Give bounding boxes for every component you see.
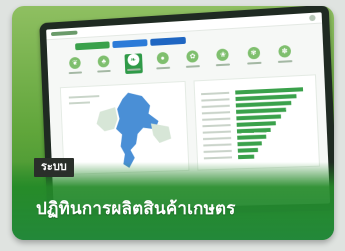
category-item[interactable]: ✿ bbox=[183, 50, 202, 71]
vegetable-icon: ❀ bbox=[216, 48, 230, 62]
chart-bar bbox=[235, 100, 292, 108]
chart-bar bbox=[235, 87, 304, 95]
bar-label-placeholder bbox=[203, 149, 232, 153]
ranking-bar-chart bbox=[201, 87, 304, 160]
feature-card[interactable]: ❦ ♣ ❧ ● ✿ ❀ ✾ ✽ ระบบ ปฏิทินการผลิตสินค้า… bbox=[12, 6, 334, 240]
flower-icon: ✾ bbox=[247, 46, 260, 60]
tab-1[interactable] bbox=[75, 41, 110, 51]
fruit-icon: ● bbox=[156, 51, 169, 65]
bar-label-placeholder bbox=[201, 104, 230, 108]
bar-label-placeholder bbox=[201, 111, 231, 115]
crop-icon: ✽ bbox=[278, 44, 292, 58]
category-label-placeholder bbox=[277, 60, 293, 63]
category-item[interactable]: ♣ bbox=[95, 55, 113, 76]
grain-icon: ✿ bbox=[186, 50, 199, 63]
bar-label-placeholder bbox=[202, 117, 231, 121]
category-label-placeholder bbox=[246, 61, 262, 65]
chart-panel bbox=[193, 74, 321, 171]
chart-bar bbox=[237, 147, 259, 153]
bar-label-placeholder bbox=[203, 156, 233, 160]
chart-bar bbox=[237, 141, 262, 147]
tree-icon: ♣ bbox=[97, 55, 110, 68]
map-region[interactable] bbox=[95, 107, 119, 132]
logo bbox=[50, 30, 78, 37]
category-item[interactable]: ✾ bbox=[244, 46, 263, 67]
category-label-placeholder bbox=[216, 63, 231, 67]
category-label-placeholder bbox=[68, 71, 83, 75]
card-title: ปฏิทินการผลิตสินค้าเกษตร bbox=[36, 199, 236, 218]
plant-icon: ❦ bbox=[69, 56, 81, 70]
dashboard-tabs bbox=[75, 36, 186, 51]
category-tag: ระบบ bbox=[34, 158, 74, 177]
thailand-map[interactable] bbox=[61, 82, 189, 174]
legend-line bbox=[69, 96, 99, 97]
bar-label-placeholder bbox=[201, 98, 230, 102]
chart-bar bbox=[237, 134, 267, 140]
chart-bar bbox=[235, 94, 297, 102]
leaf-icon: ❧ bbox=[126, 53, 140, 67]
chart-bar bbox=[236, 121, 276, 127]
avatar bbox=[309, 14, 316, 22]
chart-bar bbox=[236, 107, 287, 114]
category-item[interactable]: ❦ bbox=[66, 56, 84, 77]
category-item[interactable]: ✽ bbox=[275, 44, 294, 66]
bar-label-placeholder bbox=[203, 143, 232, 147]
category-label-placeholder bbox=[156, 66, 170, 70]
category-item-active[interactable]: ❧ bbox=[124, 53, 143, 75]
category-icon-row: ❦ ♣ ❧ ● ✿ ❀ ✾ ✽ bbox=[66, 44, 294, 77]
category-item[interactable]: ❀ bbox=[214, 48, 233, 69]
bar-label-placeholder bbox=[202, 130, 231, 134]
map-panel bbox=[59, 80, 190, 175]
category-label-placeholder bbox=[126, 68, 141, 72]
category-label-placeholder bbox=[97, 69, 112, 73]
chart-bar bbox=[238, 154, 255, 160]
tab-2[interactable] bbox=[112, 39, 148, 49]
bar-label-placeholder bbox=[202, 124, 231, 128]
bar-label-placeholder bbox=[201, 91, 230, 96]
bar-label-placeholder bbox=[202, 136, 232, 141]
category-label-placeholder bbox=[186, 65, 201, 68]
tab-3[interactable] bbox=[150, 36, 186, 46]
map-region[interactable] bbox=[150, 122, 172, 144]
legend-line bbox=[69, 102, 90, 103]
category-item[interactable]: ● bbox=[154, 51, 173, 73]
chart-bar bbox=[236, 114, 282, 121]
chart-bar bbox=[236, 127, 271, 134]
